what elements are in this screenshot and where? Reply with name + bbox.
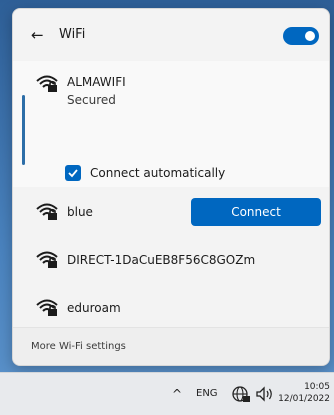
taskbar: ^ ENG 10:05 12/01/2022 (0, 372, 334, 415)
network-ssid: eduroam (67, 301, 121, 315)
clock-time: 10:05 (304, 382, 330, 392)
wifi-secured-icon (36, 203, 58, 220)
flyout-header: ← WiFi (13, 9, 329, 61)
volume-icon[interactable] (254, 384, 276, 404)
network-ssid: ALMAWIFI (67, 75, 126, 89)
network-item-active[interactable]: ALMAWIFI Secured Connect automatically C… (13, 61, 329, 226)
clock[interactable]: 10:05 12/01/2022 (278, 381, 330, 405)
connect-automatically-checkbox[interactable] (65, 165, 81, 181)
network-status: Secured (67, 93, 116, 107)
wifi-secured-icon (36, 299, 58, 316)
wifi-secured-icon (36, 251, 58, 268)
network-ssid: blue (67, 205, 93, 219)
network-item[interactable]: DIRECT-1DaCuEB8F56C8GOZm (13, 235, 329, 283)
flyout-footer: More Wi-Fi settings (13, 327, 329, 365)
language-indicator[interactable]: ENG (196, 388, 218, 399)
wifi-toggle[interactable] (283, 27, 319, 45)
back-arrow-icon[interactable]: ← (31, 27, 44, 43)
network-globe-icon[interactable] (230, 384, 252, 404)
connect-automatically-label: Connect automatically (90, 166, 226, 180)
network-item[interactable]: blue (13, 187, 329, 235)
toggle-knob (305, 31, 315, 41)
network-ssid: DIRECT-1DaCuEB8F56C8GOZm (67, 253, 256, 267)
page-title: WiFi (59, 27, 86, 42)
network-item[interactable]: eduroam (13, 283, 329, 331)
checkmark-icon (68, 169, 78, 178)
clock-date: 12/01/2022 (278, 394, 330, 404)
selection-accent-bar (22, 95, 25, 165)
show-hidden-icons-chevron-icon[interactable]: ^ (172, 387, 182, 401)
wifi-secured-icon (36, 75, 58, 92)
more-wifi-settings-link[interactable]: More Wi-Fi settings (31, 341, 126, 352)
wifi-flyout: ← WiFi ALMAWIFI Secured Connect automati… (12, 8, 330, 366)
